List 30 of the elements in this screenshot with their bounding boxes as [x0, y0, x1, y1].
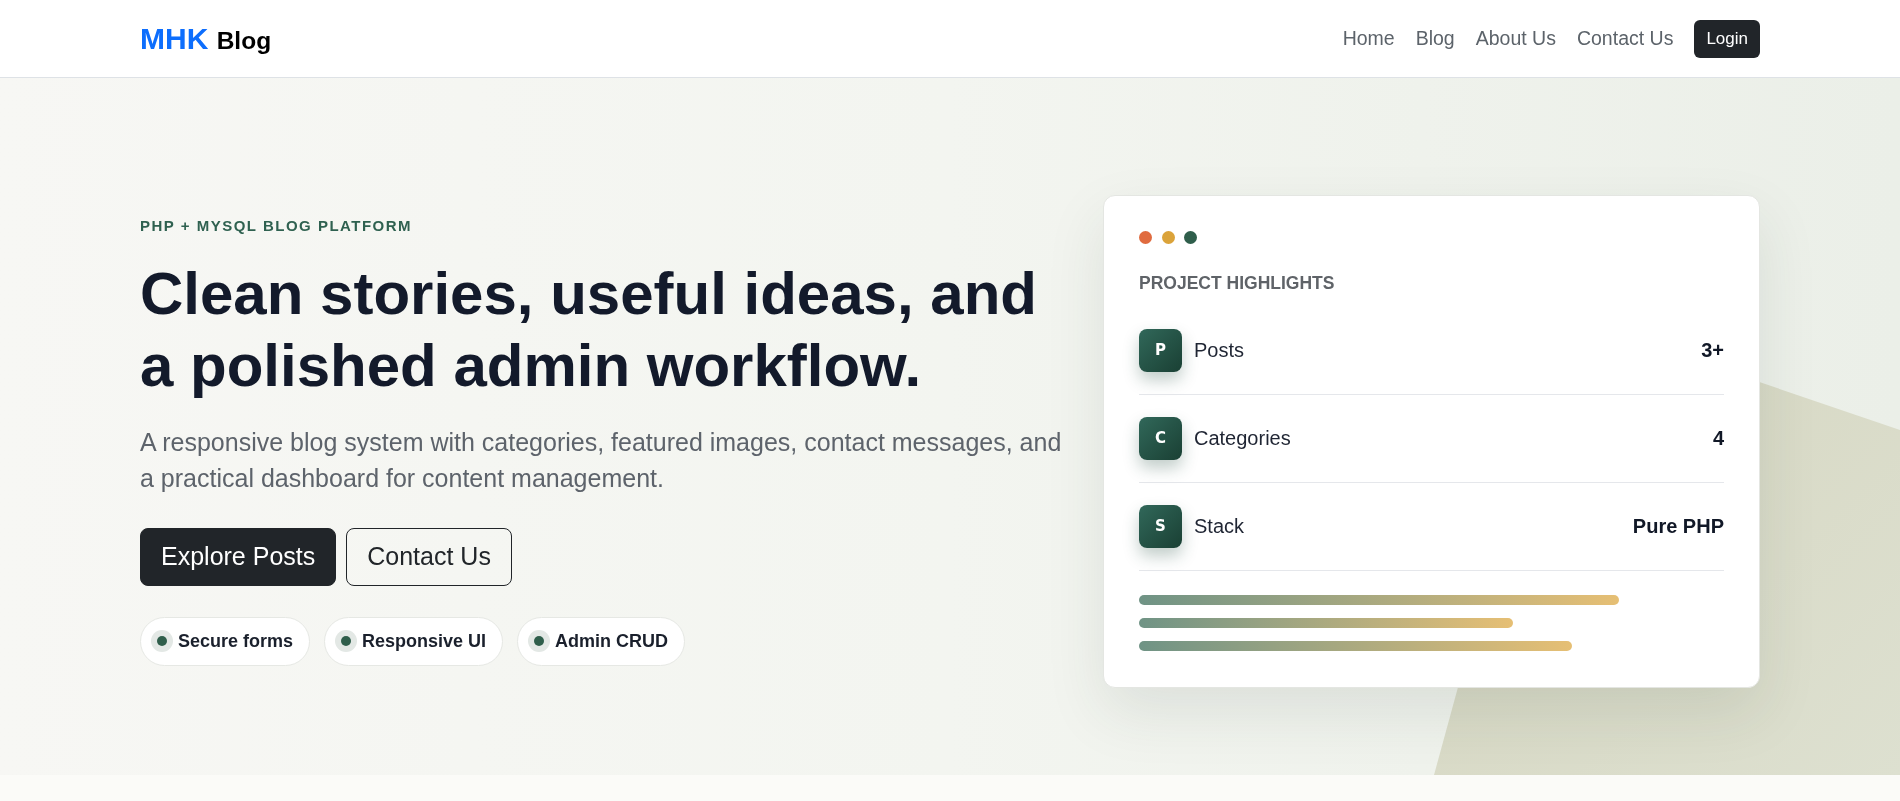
stat-label: Posts [1194, 338, 1245, 363]
stat-value: 3+ [1701, 338, 1724, 363]
primary-button[interactable]: Explore Posts [140, 527, 337, 586]
dot-icon [528, 630, 551, 652]
initial-tile: P [1139, 328, 1182, 372]
login-button[interactable]: Login [1694, 19, 1760, 58]
dot-icon [335, 630, 358, 652]
window-dot-icon [1184, 230, 1197, 244]
stat-label: Categories [1194, 426, 1291, 451]
stat-label: Stack [1194, 514, 1245, 539]
feature-label: Secure forms [178, 632, 294, 650]
window-dot-icon [1139, 230, 1152, 244]
site-logo[interactable]: MHK Blog [140, 23, 272, 54]
hero-description: A responsive blog system with categories, featured images, contact messages, and a practical dashboard for content management. [140, 426, 1063, 494]
stat-value: 4 [1712, 426, 1724, 451]
dot-icon [151, 630, 173, 652]
nav-link[interactable]: Home [1342, 28, 1395, 49]
eyebrow-label: PHP + MYSQL BLOG PLATFORM [140, 216, 413, 234]
feature-label: Admin CRUD [555, 632, 669, 650]
window-dot-icon [1161, 230, 1175, 244]
feature-label: Responsive UI [362, 632, 487, 650]
outline-button[interactable]: Contact Us [346, 527, 512, 586]
card-title: PROJECT HIGHLIGHTS [1139, 272, 1335, 293]
hero-heading: Clean stories, useful ideas, and a polished admin workflow. [140, 258, 1038, 401]
initial-tile: C [1139, 416, 1182, 460]
nav-link[interactable]: About Us [1475, 28, 1556, 49]
nav-link[interactable]: Contact Us [1576, 28, 1674, 49]
stat-value: Pure PHP [1632, 514, 1724, 539]
initial-tile: S [1139, 504, 1182, 548]
nav-link[interactable]: Blog [1415, 28, 1455, 49]
